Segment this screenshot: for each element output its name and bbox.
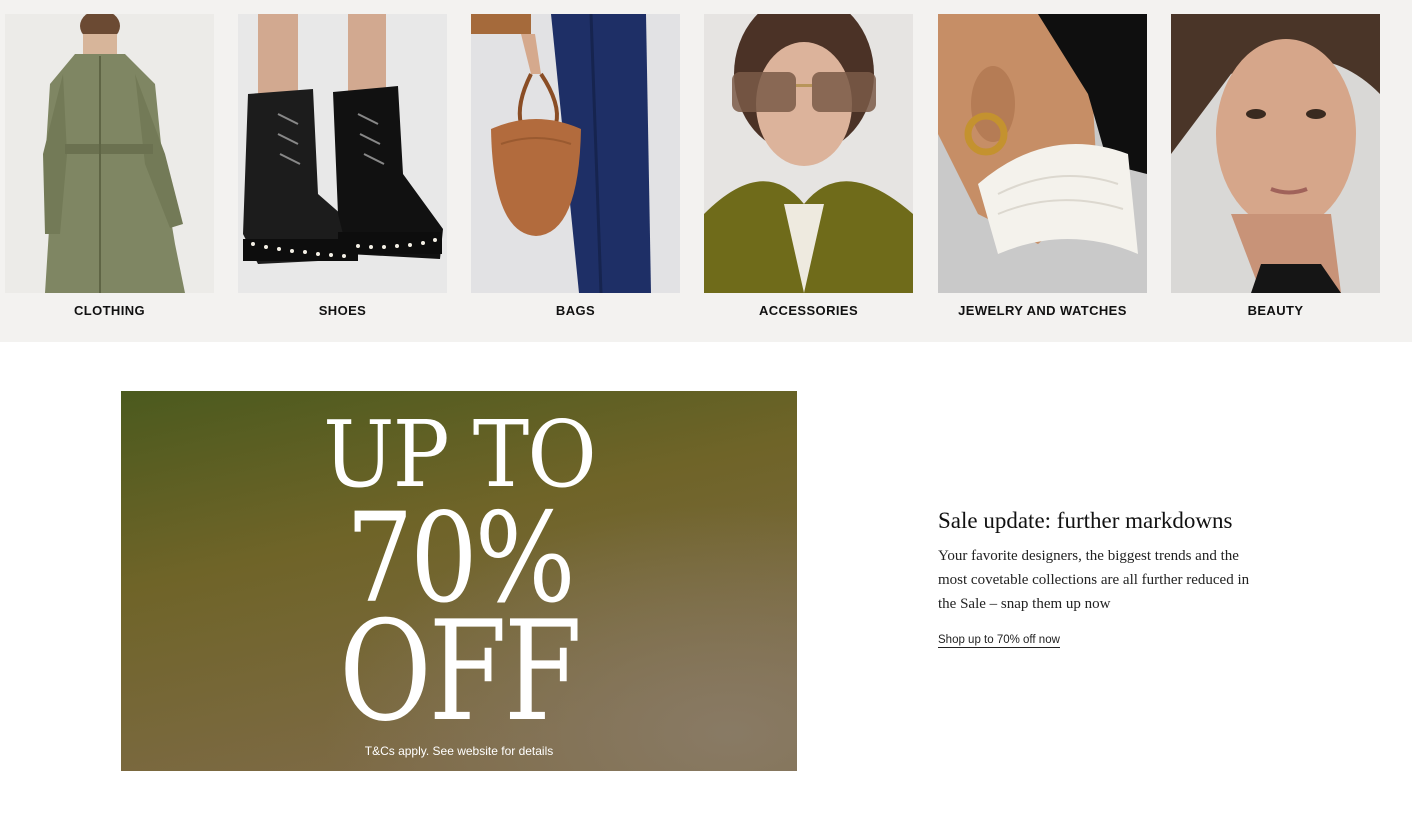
category-navigation: CLOTHING SHOES BAGS ACCESSORIES JEWELRY …	[0, 0, 1412, 342]
category-tile-clothing[interactable]: CLOTHING	[5, 14, 214, 318]
jewelry-image[interactable]	[938, 14, 1147, 293]
sale-title: Sale update: further markdowns	[938, 508, 1233, 533]
shop-sale-link[interactable]: Shop up to 70% off now	[938, 634, 1060, 648]
category-label-beauty[interactable]: BEAUTY	[1171, 303, 1380, 318]
sale-promo-banner[interactable]: UP TO 70% OFF T&Cs apply. See website fo…	[121, 391, 797, 771]
promo-fine-print: T&Cs apply. See website for details	[364, 744, 554, 758]
clothing-image[interactable]	[5, 14, 214, 293]
category-tile-shoes[interactable]: SHOES	[238, 14, 447, 318]
category-tile-beauty[interactable]: BEAUTY	[1171, 14, 1380, 318]
category-tile-accessories[interactable]: ACCESSORIES	[704, 14, 913, 318]
sale-description: Your favorite designers, the biggest tre…	[938, 548, 1250, 612]
category-label-jewelry-and-watches[interactable]: JEWELRY AND WATCHES	[938, 303, 1147, 318]
shoes-image[interactable]	[238, 14, 447, 293]
category-label-shoes[interactable]: SHOES	[238, 303, 447, 318]
beauty-image[interactable]	[1171, 14, 1380, 293]
sale-update-section: Sale update: further markdowns Your favo…	[938, 508, 1278, 648]
accessories-image[interactable]	[704, 14, 913, 293]
bags-image[interactable]	[471, 14, 680, 293]
category-label-accessories[interactable]: ACCESSORIES	[704, 303, 913, 318]
category-label-bags[interactable]: BAGS	[471, 303, 680, 318]
category-tile-bags[interactable]: BAGS	[471, 14, 680, 318]
category-tile-jewelry-and-watches[interactable]: JEWELRY AND WATCHES	[938, 14, 1147, 318]
promo-line-off: OFF	[339, 591, 582, 752]
category-label-clothing[interactable]: CLOTHING	[5, 303, 214, 318]
